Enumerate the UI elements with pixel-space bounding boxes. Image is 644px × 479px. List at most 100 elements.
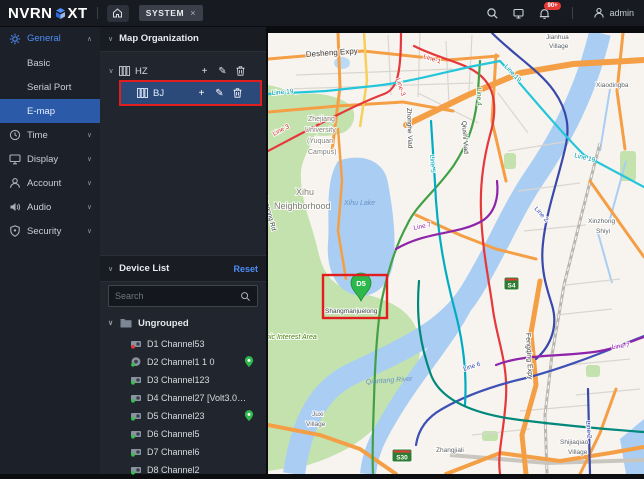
annotation-red-box-bj: BJ + ✎ — [119, 80, 262, 106]
display-window-icon — [513, 8, 525, 19]
device-label: D5 Channel23 — [147, 411, 205, 421]
sidebar-item-label: Audio — [27, 201, 52, 213]
camera-icon — [130, 392, 142, 404]
device-item-d1[interactable]: D1 Channel53 — [100, 335, 266, 353]
sidebar-item-general[interactable]: General ∧ — [0, 26, 100, 51]
sidebar-item-serial-port[interactable]: Serial Port — [0, 75, 100, 99]
search-button[interactable] — [485, 6, 500, 21]
map-organization-title: Map Organization — [119, 33, 199, 44]
sidebar-item-audio[interactable]: Audio ∨ — [0, 195, 100, 219]
edit-map-button[interactable]: ✎ — [214, 88, 225, 99]
alarm-button[interactable]: 90+ — [537, 1, 561, 21]
device-label: D1 Channel53 — [147, 339, 205, 349]
user-menu[interactable]: admin — [593, 7, 634, 19]
map-tree-item-hz[interactable]: ∨ HZ + ✎ — [100, 60, 266, 82]
audio-icon — [9, 201, 21, 213]
chevron-down-icon[interactable]: ∨ — [87, 155, 92, 163]
chevron-down-icon[interactable]: ∨ — [87, 131, 92, 139]
device-group-ungrouped[interactable]: ∨ Ungrouped — [108, 314, 258, 332]
map-label: Village — [306, 421, 326, 428]
home-button[interactable] — [106, 4, 129, 22]
sidebar: General ∧ Basic Serial Port E-map Time ∨ Displa… — [0, 26, 101, 474]
map-label: Shiyi — [596, 228, 610, 235]
camera-icon — [130, 464, 142, 476]
reset-link[interactable]: Reset — [233, 264, 258, 274]
topbar-divider — [96, 7, 98, 19]
chevron-down-icon[interactable]: ∨ — [106, 67, 116, 75]
sidebar-item-label: Time — [27, 129, 48, 141]
chevron-down-icon[interactable]: ∨ — [87, 203, 92, 211]
location-pin-icon[interactable] — [244, 410, 254, 422]
map-label: (Yuquan — [307, 138, 333, 145]
search-input[interactable] — [109, 291, 240, 301]
device-label: D6 Channel5 — [147, 429, 200, 439]
map-canvas[interactable]: S4S30 Desheng ExpyLine-19Line 3Line-3Lin… — [268, 33, 644, 474]
search-icon[interactable] — [240, 291, 251, 302]
sidebar-item-label: General — [27, 33, 61, 44]
sidebar-item-time[interactable]: Time ∨ — [0, 123, 100, 147]
device-item-d6[interactable]: D6 Channel5 — [100, 425, 266, 443]
sidebar-item-label: E-map — [27, 105, 55, 117]
sidebar-item-basic[interactable]: Basic — [0, 51, 100, 75]
location-pin-icon[interactable] — [244, 356, 254, 368]
chevron-up-icon[interactable]: ∧ — [87, 35, 92, 43]
map-label: Line 5 — [428, 155, 436, 173]
device-label: D2 Channel1 1 0 — [147, 357, 215, 367]
delete-map-button[interactable] — [235, 66, 246, 77]
camera-icon — [130, 338, 142, 350]
sidebar-item-label: Basic — [27, 57, 51, 69]
map-label: Zhejiang — [308, 116, 335, 123]
sidebar-item-e-map[interactable]: E-map — [0, 99, 100, 123]
sidebar-item-label: Account — [27, 177, 62, 189]
device-item-d5[interactable]: D5 Channel23 — [100, 407, 266, 425]
device-label: D3 Channel123 — [147, 375, 210, 385]
map-tree-label: HZ — [135, 65, 148, 77]
map-label: Neighborhood — [274, 201, 331, 211]
sidebar-item-security[interactable]: Security ∨ — [0, 219, 100, 243]
gear-icon — [9, 33, 21, 45]
chevron-down-icon[interactable]: ∨ — [87, 227, 92, 235]
map-label: Scenic Interest Area — [268, 334, 317, 341]
device-item-d2[interactable]: D2 Channel1 1 0 — [100, 353, 266, 371]
map-label: Xihu Lake — [343, 200, 375, 207]
folder-icon — [120, 319, 132, 328]
tab-system[interactable]: SYSTEM × — [138, 5, 204, 21]
map-organization-header[interactable]: ∨ Map Organization — [100, 26, 266, 52]
delete-map-button[interactable] — [232, 88, 243, 99]
tab-label: SYSTEM — [145, 8, 185, 18]
device-label: D7 Channel6 — [147, 447, 200, 457]
device-item-d7[interactable]: D7 Channel6 — [100, 443, 266, 461]
sidebar-item-display[interactable]: Display ∨ — [0, 147, 100, 171]
map-label: Shijiaqiao — [560, 439, 589, 446]
svg-text:S4: S4 — [508, 283, 516, 290]
add-map-button[interactable]: + — [199, 66, 210, 77]
chevron-down-icon[interactable]: ∨ — [108, 35, 113, 43]
chevron-down-icon[interactable]: ∨ — [108, 265, 113, 273]
map-label: Village — [568, 449, 588, 456]
marker-label: D5 — [356, 279, 366, 288]
sidebar-item-label: Display — [27, 153, 59, 165]
user-icon — [594, 7, 605, 18]
map-tree-item-bj[interactable]: BJ + ✎ — [121, 82, 260, 104]
device-list-header[interactable]: ∨ Device List Reset — [100, 255, 266, 282]
chevron-down-icon[interactable]: ∨ — [108, 319, 120, 327]
alarm-count-badge: 90+ — [544, 1, 561, 10]
logo-cube-icon — [55, 7, 65, 19]
clock-icon — [9, 129, 21, 141]
marker-place-label: Shangmanjuelong — [325, 308, 378, 315]
camera-icon — [130, 446, 142, 458]
tab-close-icon[interactable]: × — [190, 8, 196, 18]
edit-map-button[interactable]: ✎ — [217, 66, 228, 77]
device-item-d8[interactable]: D8 Channel2 — [100, 461, 266, 479]
chevron-down-icon[interactable]: ∨ — [87, 179, 92, 187]
device-item-d4[interactable]: D4 Channel27 [Volt3.0]_IP... — [100, 389, 266, 407]
add-map-button[interactable]: + — [196, 88, 207, 99]
sidebar-item-account[interactable]: Account ∨ — [0, 171, 100, 195]
device-item-d3[interactable]: D3 Channel123 — [100, 371, 266, 389]
top-bar: NVRN XT SYSTEM × 90+ admin — [0, 0, 644, 27]
map-label: Zhonghe Viad — [405, 108, 413, 149]
map-label: University — [305, 127, 336, 134]
map-actions: + ✎ — [199, 66, 246, 77]
topbar-actions: 90+ admin — [485, 1, 634, 21]
display-window-button[interactable] — [511, 6, 526, 21]
